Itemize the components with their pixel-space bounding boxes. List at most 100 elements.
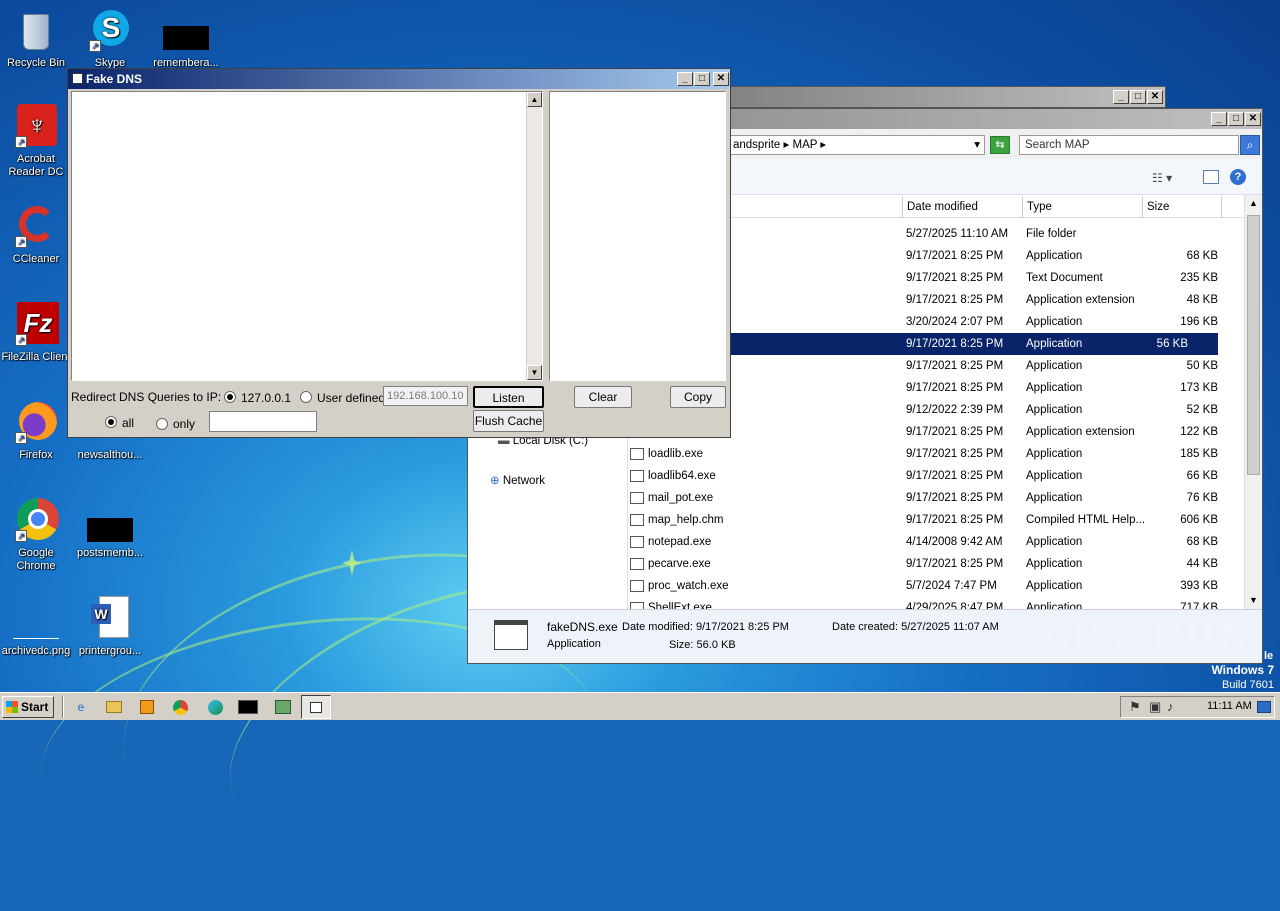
cell-name: loadlib.exe: [648, 448, 703, 460]
vertical-scrollbar[interactable]: ▲ ▼: [526, 92, 542, 380]
column-type[interactable]: Type: [1022, 196, 1142, 218]
table-row[interactable]: loadlib64.exe 9/17/2021 8:25 PM Applicatio…: [628, 465, 1246, 487]
clear-button[interactable]: Clear: [574, 386, 632, 408]
desktop-icon-printergrou[interactable]: W printergrou...: [72, 596, 148, 658]
copy-button[interactable]: Copy: [670, 386, 726, 408]
chevron-down-icon[interactable]: ▾: [974, 136, 980, 154]
media-player-icon[interactable]: [132, 695, 162, 719]
column-size[interactable]: Size: [1142, 196, 1222, 218]
search-icon[interactable]: ⌕: [1240, 135, 1260, 155]
cell-size: 122 KB: [1180, 426, 1218, 438]
radio-localhost[interactable]: [224, 391, 236, 403]
desktop-icon-acrobat[interactable]: ♆ ↗ Acrobat Reader DC: [0, 104, 74, 179]
minimize-button[interactable]: _: [677, 72, 693, 86]
minimize-button[interactable]: _: [1211, 112, 1227, 126]
table-row[interactable]: ShellExt.exe 4/29/2025 8:47 PM Application…: [628, 597, 1246, 609]
desktop-icon-recycle-bin[interactable]: Recycle Bin: [0, 8, 74, 70]
network-app-icon[interactable]: [268, 695, 298, 719]
preview-pane-icon[interactable]: [1203, 170, 1219, 184]
flush-cache-button[interactable]: Flush Cache: [473, 410, 544, 432]
volume-icon[interactable]: ♪: [1167, 699, 1174, 714]
ie-icon[interactable]: e: [66, 695, 96, 719]
column-date-modified[interactable]: Date modified: [902, 196, 1022, 218]
table-row[interactable]: proc_watch.exe 5/7/2024 7:47 PM Applicatio…: [628, 575, 1246, 597]
address-bar[interactable]: andsprite ▸ MAP ▸ ▾: [730, 135, 985, 155]
breadcrumb-item[interactable]: MAP: [792, 139, 817, 151]
desktop-icon-filezilla[interactable]: Fz ↗ FileZilla Client: [0, 302, 74, 364]
cmd-icon[interactable]: [233, 695, 263, 719]
file-icon: [630, 514, 644, 526]
window-title-bar[interactable]: [711, 87, 1165, 107]
flag-icon[interactable]: ⚑: [1129, 699, 1141, 715]
cell-date: 9/17/2021 8:25 PM: [906, 338, 1004, 350]
view-options-icon[interactable]: ☷ ▾: [1152, 171, 1172, 185]
maximize-button[interactable]: □: [1130, 90, 1146, 104]
background-window[interactable]: _ □ ✕: [710, 86, 1166, 108]
maximize-button[interactable]: □: [694, 72, 710, 86]
refresh-icon[interactable]: ⇆: [990, 136, 1010, 154]
cell-name: pecarve.exe: [648, 558, 711, 570]
fake-dns-window[interactable]: Fake DNS _ □ ✕ ▲ ▼ Redirect DNS Queries …: [67, 68, 731, 438]
close-button[interactable]: ✕: [713, 72, 729, 86]
cell-type: Application: [1026, 316, 1083, 328]
desktop-icon-firefox[interactable]: ↗ Firefox: [0, 400, 74, 462]
scrollbar-thumb[interactable]: [1247, 215, 1260, 475]
cell-date: 4/29/2025 8:47 PM: [906, 602, 1004, 609]
network-status-icon[interactable]: ▣: [1149, 699, 1161, 715]
desktop-icon-chrome[interactable]: ↗ Google Chrome: [0, 498, 74, 573]
desktop-icon-ccleaner[interactable]: ↗ CCleaner: [0, 204, 74, 266]
file-icon: [630, 448, 644, 460]
table-row[interactable]: mail_pot.exe 9/17/2021 8:25 PM Application…: [628, 487, 1246, 509]
fake-dns-taskbar-button[interactable]: [301, 695, 331, 719]
nav-item-network[interactable]: ⊕ Network: [490, 473, 545, 487]
only-domain-input[interactable]: [209, 411, 317, 432]
maximize-button[interactable]: □: [1228, 112, 1244, 126]
scroll-down-icon[interactable]: ▼: [527, 365, 542, 380]
table-row[interactable]: loadlib.exe 9/17/2021 8:25 PM Application 1…: [628, 443, 1246, 465]
explorer-folder-icon[interactable]: [99, 695, 129, 719]
cell-size: 56 KB: [1156, 338, 1188, 350]
desktop-icon-skype[interactable]: S ↗ Skype: [72, 8, 148, 70]
scroll-up-icon[interactable]: ▲: [527, 92, 542, 107]
scroll-down-icon[interactable]: ▼: [1245, 592, 1262, 609]
dns-log-textarea[interactable]: ▲ ▼: [71, 91, 543, 381]
help-icon[interactable]: ?: [1230, 169, 1246, 185]
firefox-icon: ↗: [13, 400, 59, 446]
table-row[interactable]: notepad.exe 4/14/2008 9:42 AM Application 6…: [628, 531, 1246, 553]
cell-size: 606 KB: [1180, 514, 1218, 526]
scroll-up-icon[interactable]: ▲: [1245, 195, 1262, 212]
show-desktop-icon[interactable]: [1257, 701, 1271, 713]
cell-date: 5/7/2024 7:47 PM: [906, 580, 997, 592]
radio-user-defined[interactable]: [300, 391, 312, 403]
minimize-button[interactable]: _: [1113, 90, 1129, 104]
taskbar-separator: [62, 696, 64, 718]
chrome-taskbar-icon[interactable]: [165, 695, 195, 719]
vertical-scrollbar[interactable]: ▲ ▼: [1244, 195, 1262, 609]
breadcrumb-item[interactable]: andsprite: [733, 139, 780, 151]
clock[interactable]: 11:11 AM: [1207, 700, 1252, 712]
edge-icon[interactable]: [200, 695, 230, 719]
cell-size: 50 KB: [1186, 360, 1218, 372]
radio-only[interactable]: [156, 418, 168, 430]
close-button[interactable]: ✕: [1147, 90, 1163, 104]
table-row[interactable]: map_help.chm 9/17/2021 8:25 PM Compiled HT…: [628, 509, 1246, 531]
details-modified: Date modified: 9/17/2021 8:25 PM: [622, 621, 789, 633]
desktop-icon-postsmemb[interactable]: postsmemb...: [72, 498, 148, 560]
cell-type: Application: [1026, 382, 1083, 394]
search-input[interactable]: Search MAP: [1019, 135, 1239, 155]
start-button[interactable]: Start: [2, 696, 54, 718]
details-label: Date created:: [832, 621, 899, 633]
listen-button[interactable]: Listen: [473, 386, 544, 408]
cell-date: 9/17/2021 8:25 PM: [906, 382, 1004, 394]
window-title-bar[interactable]: Fake DNS: [68, 69, 730, 89]
desktop-icon-remembera[interactable]: remembera...: [148, 8, 224, 70]
table-row[interactable]: pecarve.exe 9/17/2021 8:25 PM Application 4…: [628, 553, 1246, 575]
cell-type: Application: [1026, 404, 1083, 416]
host-list-textarea[interactable]: [549, 91, 726, 381]
desktop-icon-archivedc[interactable]: archivedc.png: [0, 596, 74, 658]
ip-input[interactable]: 192.168.100.10: [383, 386, 468, 406]
close-button[interactable]: ✕: [1245, 112, 1261, 126]
radio-user-defined-label: User defined: [317, 391, 386, 405]
radio-all[interactable]: [105, 416, 117, 428]
desktop-icon-label: archivedc.png: [1, 645, 71, 657]
